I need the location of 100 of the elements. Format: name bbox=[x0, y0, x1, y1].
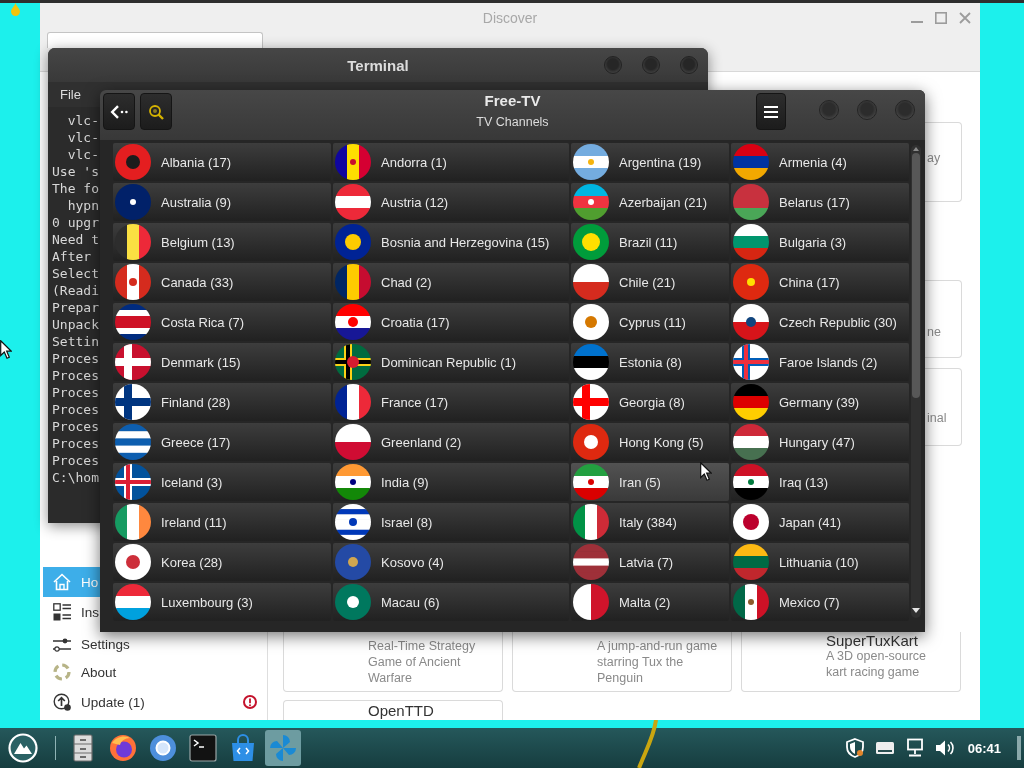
flag-icon bbox=[335, 544, 371, 580]
country-item[interactable]: Macau (6) bbox=[333, 583, 569, 621]
country-item[interactable]: Malta (2) bbox=[571, 583, 729, 621]
country-item[interactable]: Brazil (11) bbox=[571, 223, 729, 261]
flag-icon bbox=[733, 304, 769, 340]
terminal-line: hypn bbox=[66, 197, 99, 214]
flag-icon bbox=[733, 584, 769, 620]
country-item[interactable]: Armenia (4) bbox=[731, 143, 909, 181]
scrollbar-thumb[interactable] bbox=[912, 153, 920, 398]
flag-icon bbox=[335, 384, 371, 420]
country-item[interactable]: Albania (17) bbox=[113, 143, 331, 181]
country-item[interactable]: Australia (9) bbox=[113, 183, 331, 221]
country-item[interactable]: Latvia (7) bbox=[571, 543, 729, 581]
sidebar-item[interactable]: About bbox=[43, 657, 267, 687]
country-item[interactable]: Croatia (17) bbox=[333, 303, 569, 341]
country-item[interactable]: Estonia (8) bbox=[571, 343, 729, 381]
app-card[interactable]: A jump-and-run game starring Tux the Penguin bbox=[512, 632, 732, 692]
country-item[interactable]: Austria (12) bbox=[333, 183, 569, 221]
flag-icon bbox=[335, 184, 371, 220]
country-item[interactable]: Italy (384) bbox=[571, 503, 729, 541]
menu-button[interactable] bbox=[756, 93, 786, 130]
country-item[interactable]: Hungary (47) bbox=[731, 423, 909, 461]
flag-icon bbox=[115, 424, 151, 460]
country-item[interactable]: Czech Republic (30) bbox=[731, 303, 909, 341]
country-item[interactable]: Cyprus (11) bbox=[571, 303, 729, 341]
country-item[interactable]: Greenland (2) bbox=[333, 423, 569, 461]
country-item[interactable]: Germany (39) bbox=[731, 383, 909, 421]
terminal-line: (Readi bbox=[52, 282, 99, 299]
volume-icon[interactable] bbox=[934, 738, 955, 758]
country-item[interactable]: Georgia (8) bbox=[571, 383, 729, 421]
minimize-icon[interactable] bbox=[911, 20, 923, 23]
country-item[interactable]: Finland (28) bbox=[113, 383, 331, 421]
scrollbar[interactable] bbox=[911, 145, 921, 618]
flag-icon bbox=[115, 264, 151, 300]
country-item[interactable]: Dominican Republic (1) bbox=[333, 343, 569, 381]
country-item[interactable]: France (17) bbox=[333, 383, 569, 421]
country-item[interactable]: China (17) bbox=[731, 263, 909, 301]
search-button[interactable] bbox=[140, 93, 172, 130]
scroll-down-icon[interactable] bbox=[912, 608, 920, 613]
country-item[interactable]: Bosnia and Herzegovina (15) bbox=[333, 223, 569, 261]
country-item[interactable]: Bulgaria (3) bbox=[731, 223, 909, 261]
country-item[interactable]: Belarus (17) bbox=[731, 183, 909, 221]
country-item[interactable]: Korea (28) bbox=[113, 543, 331, 581]
country-item[interactable]: Chile (21) bbox=[571, 263, 729, 301]
app-card[interactable]: inal bbox=[925, 368, 962, 446]
country-item[interactable]: Lithuania (10) bbox=[731, 543, 909, 581]
country-item[interactable]: Iran (5) bbox=[571, 463, 729, 501]
country-item[interactable]: Greece (17) bbox=[113, 423, 331, 461]
country-item[interactable]: Faroe Islands (2) bbox=[731, 343, 909, 381]
country-item[interactable]: Israel (8) bbox=[333, 503, 569, 541]
app-card[interactable]: OpenTTD bbox=[283, 700, 503, 720]
terminal-line: After bbox=[52, 248, 92, 265]
country-item[interactable]: Argentina (19) bbox=[571, 143, 729, 181]
country-item[interactable]: Canada (33) bbox=[113, 263, 331, 301]
country-item[interactable]: Andorra (1) bbox=[333, 143, 569, 181]
country-item[interactable]: Iraq (13) bbox=[731, 463, 909, 501]
flag-icon bbox=[733, 184, 769, 220]
flag-icon bbox=[573, 544, 609, 580]
flag-icon bbox=[335, 224, 371, 260]
country-item[interactable]: Belgium (13) bbox=[113, 223, 331, 261]
back-button[interactable] bbox=[103, 93, 135, 130]
country-item[interactable]: Ireland (11) bbox=[113, 503, 331, 541]
menu-item[interactable]: File bbox=[58, 86, 83, 103]
shield-icon[interactable] bbox=[844, 738, 865, 758]
country-item[interactable]: Mexico (7) bbox=[731, 583, 909, 621]
flag-icon bbox=[573, 264, 609, 300]
computer-icon[interactable] bbox=[904, 738, 925, 758]
sidebar-item[interactable]: Settings bbox=[43, 632, 267, 657]
country-item[interactable]: Chad (2) bbox=[333, 263, 569, 301]
country-item[interactable]: Luxembourg (3) bbox=[113, 583, 331, 621]
country-item[interactable]: Iceland (3) bbox=[113, 463, 331, 501]
country-item[interactable]: Kosovo (4) bbox=[333, 543, 569, 581]
app-description: A 3D open-source kart racing game bbox=[826, 649, 928, 680]
country-item[interactable]: India (9) bbox=[333, 463, 569, 501]
terminal-line: Need t bbox=[52, 231, 99, 248]
flag-icon bbox=[115, 344, 151, 380]
close-icon[interactable] bbox=[959, 11, 971, 24]
menu-icon bbox=[764, 105, 778, 118]
shopping-bag-icon bbox=[229, 734, 257, 762]
sidebar-item[interactable]: Update (1) bbox=[43, 687, 267, 717]
clock[interactable]: 06:41 bbox=[967, 740, 1001, 756]
mountain-logo-icon[interactable] bbox=[8, 733, 38, 763]
flag-icon bbox=[335, 584, 371, 620]
terminal-line: vlc- bbox=[66, 129, 99, 146]
flag-icon bbox=[733, 264, 769, 300]
sidebar-item[interactable]: Ins bbox=[43, 597, 100, 627]
search-field[interactable] bbox=[47, 32, 263, 48]
country-item[interactable]: Hong Kong (5) bbox=[571, 423, 729, 461]
country-item[interactable]: Japan (41) bbox=[731, 503, 909, 541]
app-card[interactable]: Real-Time Strategy Game of Ancient Warfare bbox=[283, 632, 503, 692]
country-item[interactable]: Azerbaijan (21) bbox=[571, 183, 729, 221]
maximize-icon[interactable] bbox=[935, 11, 947, 24]
country-item[interactable]: Denmark (15) bbox=[113, 343, 331, 381]
terminal-line: Proces bbox=[52, 418, 99, 435]
terminal-icon bbox=[189, 734, 217, 762]
scroll-up-icon[interactable] bbox=[913, 147, 919, 151]
app-card[interactable]: SuperTuxKart A 3D open-source kart racing game bbox=[741, 632, 961, 692]
window-title: Discover bbox=[482, 9, 538, 26]
country-item[interactable]: Costa Rica (7) bbox=[113, 303, 331, 341]
flame-globe-icon bbox=[109, 734, 137, 762]
